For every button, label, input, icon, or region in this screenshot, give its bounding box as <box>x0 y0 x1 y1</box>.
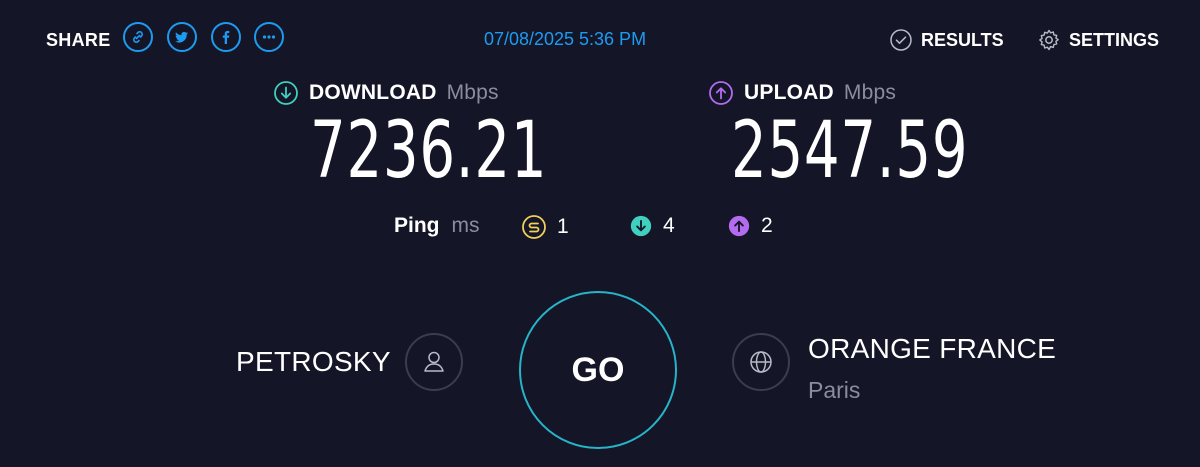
results-button[interactable]: RESULTS <box>889 28 1004 52</box>
ping-idle: 1 <box>521 214 569 240</box>
go-button[interactable]: GO <box>519 291 677 449</box>
isp-name[interactable]: ORANGE FRANCE <box>808 333 1056 365</box>
results-label: RESULTS <box>921 29 1004 50</box>
upload-speed-value: 2547.59 <box>731 106 969 196</box>
settings-label: SETTINGS <box>1069 29 1160 50</box>
download-arrow-icon <box>274 81 298 105</box>
host-icon-button[interactable] <box>405 333 463 391</box>
check-circle-icon <box>890 29 912 51</box>
download-header: DOWNLOAD Mbps <box>273 80 499 106</box>
ping-download-value: 4 <box>663 214 675 237</box>
ping-label: Ping <box>394 214 440 237</box>
idle-latency-icon <box>522 215 546 239</box>
upload-latency-icon <box>728 215 750 237</box>
isp-icon-button[interactable] <box>732 333 790 391</box>
globe-icon <box>750 351 772 373</box>
ping-upload: 2 <box>727 214 773 238</box>
download-label: DOWNLOAD <box>309 81 437 104</box>
download-latency-icon <box>630 215 652 237</box>
upload-label: UPLOAD <box>744 81 834 104</box>
user-icon <box>424 351 444 372</box>
settings-button[interactable]: SETTINGS <box>1037 28 1159 52</box>
ping-row: Ping ms <box>394 214 480 238</box>
isp-city: Paris <box>808 377 861 403</box>
ping-download: 4 <box>629 214 675 238</box>
download-speed-value: 7236.21 <box>310 106 548 196</box>
upload-header: UPLOAD Mbps <box>708 80 896 106</box>
ping-idle-value: 1 <box>557 215 569 238</box>
server-host-name[interactable]: PETROSKY <box>236 346 391 378</box>
ping-upload-value: 2 <box>761 214 773 237</box>
gear-icon <box>1039 29 1059 51</box>
upload-unit: Mbps <box>843 81 897 104</box>
ping-unit: ms <box>451 214 480 237</box>
download-unit: Mbps <box>446 81 499 104</box>
upload-arrow-icon <box>709 81 733 105</box>
